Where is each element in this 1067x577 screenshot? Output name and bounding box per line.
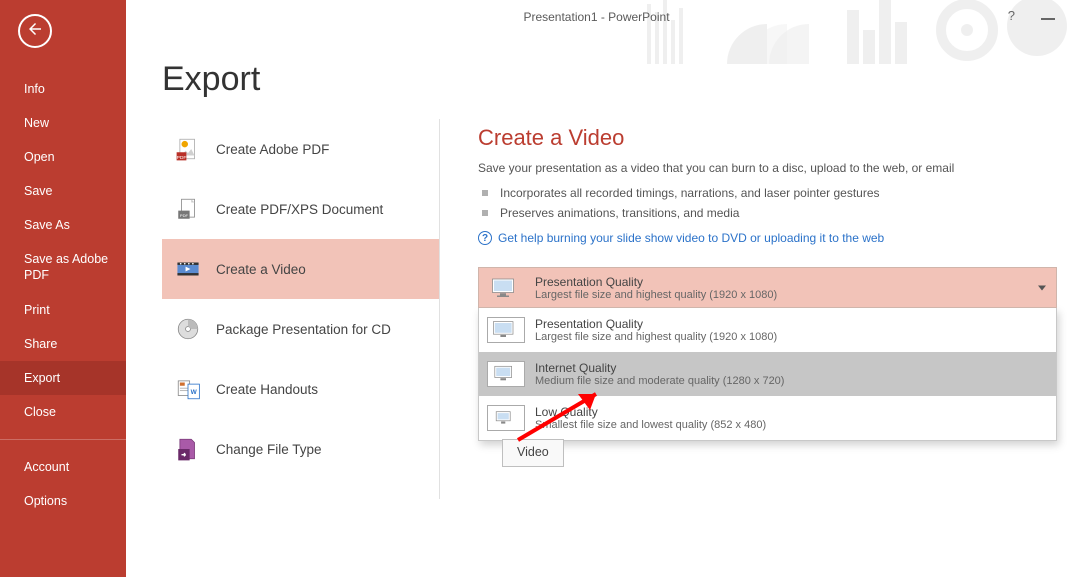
option-desc: Largest file size and highest quality (1…	[535, 331, 777, 343]
arrow-left-icon	[26, 20, 44, 43]
category-label: Package Presentation for CD	[216, 322, 391, 337]
category-label: Create Handouts	[216, 382, 318, 397]
help-link-row: ? Get help burning your slide show video…	[478, 231, 1057, 245]
export-details: Create a Video Save your presentation as…	[440, 119, 1057, 499]
video-quality-dropdown: Presentation Quality Largest file size a…	[478, 308, 1057, 441]
detail-title: Create a Video	[478, 125, 1057, 151]
page-title: Export	[162, 60, 1057, 99]
nav-options[interactable]: Options	[0, 484, 126, 518]
category-create-adobe-pdf[interactable]: PDF Create Adobe PDF	[162, 119, 439, 179]
nav-save[interactable]: Save	[0, 174, 126, 208]
nav-print[interactable]: Print	[0, 293, 126, 327]
nav-save-as-adobe-pdf[interactable]: Save as Adobe PDF	[0, 242, 126, 293]
nav-new[interactable]: New	[0, 106, 126, 140]
svg-text:PDF: PDF	[180, 213, 189, 218]
window-title: Presentation1 - PowerPoint	[523, 10, 669, 24]
main-area: Presentation1 - PowerPoint ? Export PDF …	[126, 0, 1067, 577]
quality-option-low[interactable]: Low Quality Smallest file size and lowes…	[479, 396, 1056, 440]
back-button[interactable]	[18, 14, 52, 48]
nav-account[interactable]: Account	[0, 450, 126, 484]
option-title: Presentation Quality	[535, 317, 777, 331]
detail-bullet: Incorporates all recorded timings, narra…	[478, 183, 1057, 203]
cd-icon	[168, 309, 208, 349]
category-label: Create Adobe PDF	[216, 142, 329, 157]
category-label: Create a Video	[216, 262, 306, 277]
monitor-icon	[487, 405, 525, 431]
help-button[interactable]: ?	[1002, 6, 1021, 25]
minimize-button[interactable]	[1041, 12, 1055, 20]
pdf-xps-icon: PDF	[168, 189, 208, 229]
filetype-icon	[168, 429, 208, 469]
create-video-button[interactable]: Video	[502, 439, 564, 467]
category-label: Change File Type	[216, 442, 322, 457]
category-label: Create PDF/XPS Document	[216, 202, 383, 217]
category-create-pdf-xps[interactable]: PDF Create PDF/XPS Document	[162, 179, 439, 239]
chevron-down-icon	[1038, 285, 1046, 290]
video-quality-selector[interactable]: Presentation Quality Largest file size a…	[478, 267, 1057, 308]
handouts-icon: W	[168, 369, 208, 409]
option-title: Internet Quality	[535, 361, 784, 375]
monitor-icon	[487, 275, 525, 301]
export-category-list: PDF Create Adobe PDF PDF Create PDF/XPS …	[162, 119, 440, 499]
monitor-icon	[487, 361, 525, 387]
quality-option-presentation[interactable]: Presentation Quality Largest file size a…	[479, 308, 1056, 352]
detail-subtitle: Save your presentation as a video that y…	[478, 161, 1057, 175]
adobe-pdf-icon: PDF	[168, 129, 208, 169]
category-change-file-type[interactable]: Change File Type	[162, 419, 439, 479]
category-create-handouts[interactable]: W Create Handouts	[162, 359, 439, 419]
nav-open[interactable]: Open	[0, 140, 126, 174]
nav-info[interactable]: Info	[0, 72, 126, 106]
nav-share[interactable]: Share	[0, 327, 126, 361]
help-icon: ?	[478, 231, 492, 245]
option-desc: Medium file size and moderate quality (1…	[535, 375, 784, 387]
option-desc: Smallest file size and lowest quality (8…	[535, 419, 766, 431]
backstage-sidebar: Info New Open Save Save As Save as Adobe…	[0, 0, 126, 577]
option-title: Low Quality	[535, 405, 766, 419]
detail-bullet: Preserves animations, transitions, and m…	[478, 203, 1057, 223]
help-link[interactable]: Get help burning your slide show video t…	[498, 231, 884, 245]
category-create-video[interactable]: Create a Video	[162, 239, 439, 299]
nav-separator	[0, 439, 126, 440]
nav-save-as[interactable]: Save As	[0, 208, 126, 242]
svg-text:W: W	[191, 389, 198, 396]
quality-selected-desc: Largest file size and highest quality (1…	[535, 289, 777, 301]
quality-selected-title: Presentation Quality	[535, 275, 777, 289]
nav-export[interactable]: Export	[0, 361, 126, 395]
video-icon	[168, 249, 208, 289]
nav-close[interactable]: Close	[0, 395, 126, 429]
svg-text:PDF: PDF	[177, 155, 187, 161]
quality-option-internet[interactable]: Internet Quality Medium file size and mo…	[479, 352, 1056, 396]
category-package-cd[interactable]: Package Presentation for CD	[162, 299, 439, 359]
monitor-icon	[487, 317, 525, 343]
